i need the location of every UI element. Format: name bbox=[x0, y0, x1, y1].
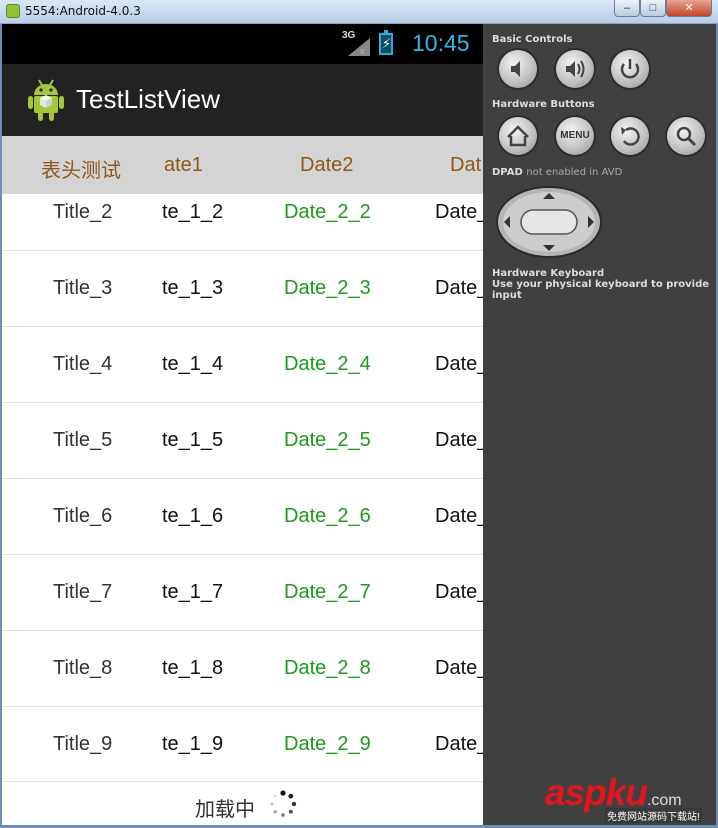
row-date3: Date_ bbox=[435, 277, 483, 299]
volume-up-button[interactable] bbox=[556, 50, 594, 88]
row-date1: te_1_9 bbox=[162, 733, 224, 755]
watermark-suffix: .com bbox=[646, 792, 682, 809]
android-robot-icon bbox=[28, 79, 64, 121]
back-button[interactable] bbox=[611, 117, 649, 155]
list-item[interactable]: Title_9 te_1_9 Date_2_9 Date_ bbox=[2, 707, 483, 781]
row-date2: Date_2_2 bbox=[284, 201, 371, 223]
hardware-keyboard-hint: Use your physical keyboard to provide in… bbox=[492, 279, 710, 301]
row-date2: Date_2_8 bbox=[284, 657, 371, 679]
hardware-keyboard-label: Hardware Keyboard bbox=[492, 268, 605, 279]
dpad-control[interactable] bbox=[496, 186, 602, 258]
volume-down-icon bbox=[511, 61, 520, 77]
menu-button-label: MENU bbox=[560, 130, 590, 141]
row-date1: te_1_6 bbox=[162, 505, 224, 527]
list-item[interactable]: Title_5 te_1_5 Date_2_5 Date_ bbox=[2, 403, 483, 479]
header-col-date2: Date2 bbox=[300, 154, 354, 176]
list-item[interactable]: Title_3 te_1_3 Date_2_3 Date_ bbox=[2, 251, 483, 327]
battery-charging-icon: ⚡ bbox=[379, 30, 393, 55]
emulator-app-icon bbox=[6, 4, 20, 18]
dpad-title: DPAD bbox=[492, 167, 523, 178]
no-signal-mark: x bbox=[360, 46, 365, 56]
hardware-buttons-label: Hardware Buttons bbox=[492, 99, 595, 110]
power-icon bbox=[620, 59, 640, 79]
row-date3: Date_ bbox=[435, 201, 483, 223]
row-date1: te_1_4 bbox=[162, 353, 224, 375]
charging-glyph: ⚡ bbox=[382, 36, 392, 51]
row-date3: Date_ bbox=[435, 657, 483, 679]
loading-footer: 加载中 bbox=[2, 781, 483, 825]
basic-controls-label: Basic Controls bbox=[492, 34, 573, 45]
signal-icon bbox=[348, 38, 370, 56]
row-date3: Date_ bbox=[435, 733, 483, 755]
back-icon bbox=[621, 127, 640, 146]
home-icon bbox=[507, 125, 529, 147]
row-date2: Date_2_3 bbox=[284, 277, 371, 299]
emulator-control-panel: Basic Controls Hardware Buttons MENU DPA… bbox=[483, 24, 716, 825]
device-screen: 3G x ⚡ 10:45 TestListView 表头测试 ate1 Date… bbox=[2, 24, 483, 825]
row-date1: te_1_5 bbox=[162, 429, 224, 451]
list-item[interactable]: Title_2 te_1_2 Date_2_2 Date_ bbox=[2, 194, 483, 251]
status-time: 10:45 bbox=[412, 30, 470, 56]
volume-down-button[interactable] bbox=[499, 50, 537, 88]
row-title: Title_4 bbox=[53, 353, 113, 375]
header-col-date3: Dat bbox=[450, 154, 482, 176]
window-titlebar: 5554:Android-4.0.3 – □ ✕ bbox=[0, 0, 718, 24]
row-title: Title_3 bbox=[53, 277, 113, 299]
row-title: Title_8 bbox=[53, 657, 113, 679]
close-button[interactable]: ✕ bbox=[666, 0, 712, 17]
row-title: Title_6 bbox=[53, 505, 113, 527]
list-item[interactable]: Title_7 te_1_7 Date_2_7 Date_ bbox=[2, 555, 483, 631]
dpad-status: not enabled in AVD bbox=[526, 167, 623, 178]
list-item[interactable]: Title_6 te_1_6 Date_2_6 Date_ bbox=[2, 479, 483, 555]
row-title: Title_5 bbox=[53, 429, 113, 451]
window-title: 5554:Android-4.0.3 bbox=[25, 4, 141, 18]
spinner-icon bbox=[270, 790, 297, 817]
header-col-date1: ate1 bbox=[164, 154, 203, 176]
row-date1: te_1_8 bbox=[162, 657, 224, 679]
row-date3: Date_ bbox=[435, 429, 483, 451]
row-date2: Date_2_7 bbox=[284, 581, 371, 603]
status-bar: 3G x ⚡ 10:45 bbox=[2, 24, 483, 64]
row-date1: te_1_3 bbox=[162, 277, 224, 299]
list-item[interactable]: Title_8 te_1_8 Date_2_8 Date_ bbox=[2, 631, 483, 707]
row-date3: Date_ bbox=[435, 505, 483, 527]
search-icon bbox=[676, 126, 697, 147]
row-title: Title_2 bbox=[53, 201, 113, 223]
app-title: TestListView bbox=[76, 84, 221, 114]
search-button[interactable] bbox=[667, 117, 705, 155]
row-date2: Date_2_4 bbox=[284, 353, 371, 375]
list-header-row: 表头测试 ate1 Date2 Dat bbox=[2, 136, 483, 194]
loading-text: 加载中 bbox=[195, 799, 255, 821]
row-date2: Date_2_9 bbox=[284, 733, 371, 755]
minimize-button[interactable]: – bbox=[614, 0, 640, 17]
list-item[interactable]: Title_4 te_1_4 Date_2_4 Date_ bbox=[2, 327, 483, 403]
row-date2: Date_2_6 bbox=[284, 505, 371, 527]
maximize-button[interactable]: □ bbox=[640, 0, 666, 17]
volume-up-icon bbox=[566, 60, 585, 78]
row-date2: Date_2_5 bbox=[284, 429, 371, 451]
watermark-brand: aspku bbox=[545, 772, 648, 813]
watermark-subtitle: 免费网站源码下载站! bbox=[605, 808, 702, 823]
row-date3: Date_ bbox=[435, 353, 483, 375]
row-date1: te_1_2 bbox=[162, 201, 224, 223]
power-button[interactable] bbox=[611, 50, 649, 88]
row-title: Title_7 bbox=[53, 581, 113, 603]
menu-button[interactable]: MENU bbox=[556, 117, 594, 155]
row-date1: te_1_7 bbox=[162, 581, 224, 603]
row-title: Title_9 bbox=[53, 733, 113, 755]
dpad-label: DPAD not enabled in AVD bbox=[492, 167, 622, 178]
row-date3: Date_ bbox=[435, 581, 483, 603]
home-button[interactable] bbox=[499, 117, 537, 155]
data-list[interactable]: Title_2 te_1_2 Date_2_2 Date_ Title_3 te… bbox=[2, 194, 483, 781]
action-bar: TestListView bbox=[2, 64, 483, 138]
header-col-title: 表头测试 bbox=[41, 160, 121, 182]
